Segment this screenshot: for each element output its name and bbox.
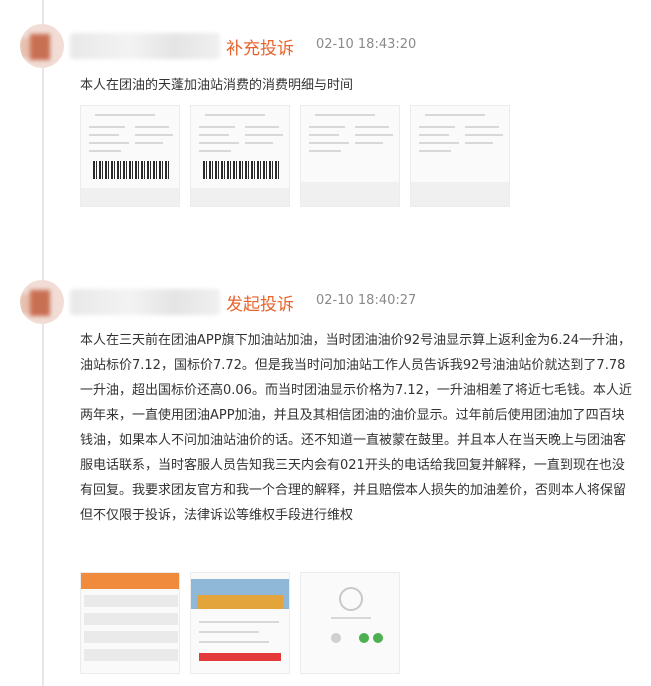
complaint-text: 本人在团油的天蓬加油站消费的消费明细与时间 (80, 78, 354, 93)
receipt-image[interactable] (190, 105, 290, 207)
avatar[interactable] (20, 280, 64, 324)
station-photo[interactable] (190, 572, 290, 674)
receipt-image[interactable] (300, 105, 400, 207)
timeline-line (42, 0, 44, 686)
receipt-image[interactable] (410, 105, 510, 207)
avatar[interactable] (20, 24, 64, 68)
timestamp: 02-10 18:40:27 (316, 293, 417, 308)
username-blurred (70, 289, 220, 315)
entry-header: 发起投诉 02-10 18:40:27 (20, 280, 440, 324)
timestamp: 02-10 18:43:20 (316, 37, 417, 52)
call-screenshot[interactable] (300, 572, 400, 674)
receipt-image[interactable] (80, 105, 180, 207)
action-title: 补充投诉 (226, 39, 294, 59)
app-screenshot[interactable] (80, 572, 180, 674)
username-blurred (70, 33, 220, 59)
entry-header: 补充投诉 02-10 18:43:20 (20, 24, 440, 68)
complaint-text: 本人在三天前在团油APP旗下加油站加油，当时团油油价92号油显示算上返利金为6.… (80, 333, 632, 523)
action-title: 发起投诉 (226, 295, 294, 315)
